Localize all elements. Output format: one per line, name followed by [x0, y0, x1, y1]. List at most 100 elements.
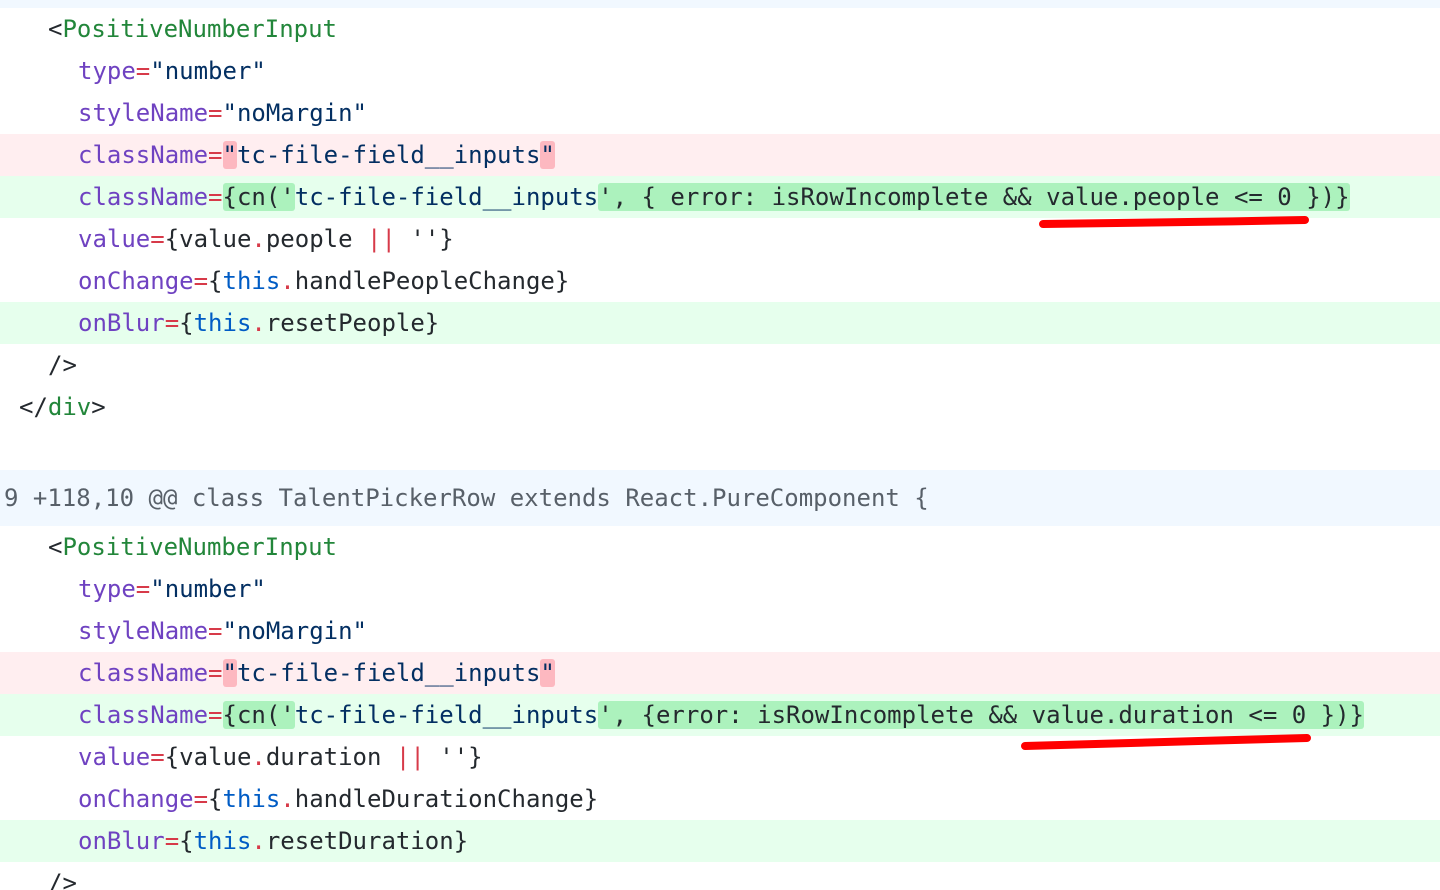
code-line-onchange: onChange={this.handleDurationChange}: [0, 778, 1440, 820]
brace: {: [179, 827, 194, 855]
expression: {value: [164, 743, 252, 771]
code-line-close-div: </div>: [0, 386, 1440, 428]
code-line-component-open: <PositiveNumberInput: [0, 526, 1440, 568]
expression: ''}: [424, 743, 483, 771]
deleted-line-classname: className="tc-file-field__inputs": [0, 134, 1440, 176]
tag-name: div: [47, 393, 92, 421]
attr-name: onChange: [78, 267, 194, 295]
code-line-stylename: styleName="noMargin": [0, 92, 1440, 134]
operator: .: [251, 309, 266, 337]
expression: {value: [164, 225, 252, 253]
highlighted-removed-quote: ": [540, 659, 555, 687]
highlighted-removed-quote: ": [540, 141, 555, 169]
operator: =: [208, 141, 223, 169]
operator: =: [193, 267, 209, 295]
diff-view: <PositiveNumberInput type="number" style…: [0, 0, 1440, 890]
attr-name: className: [78, 701, 209, 729]
operator: =: [208, 183, 223, 211]
operator: .: [251, 827, 266, 855]
attr-name: value: [78, 743, 151, 771]
component-name: PositiveNumberInput: [62, 533, 337, 561]
brace: {: [179, 309, 194, 337]
attr-value: tc-file-field__inputs: [294, 183, 599, 211]
added-line-onblur: onBlur={this.resetDuration}: [0, 820, 1440, 862]
code-line-type: type="number": [0, 50, 1440, 92]
punctuation: />: [48, 869, 77, 890]
operator: ||: [367, 225, 396, 253]
attr-name: className: [78, 141, 209, 169]
attr-value: "noMargin": [222, 617, 368, 645]
code-line-self-close: />: [0, 344, 1440, 386]
code-line-component-open: <PositiveNumberInput: [0, 8, 1440, 50]
punctuation: >: [91, 393, 106, 421]
highlighted-added-text: {cn(': [222, 183, 295, 211]
deleted-line-classname: className="tc-file-field__inputs": [0, 652, 1440, 694]
attr-name: type: [78, 57, 136, 85]
expression: handleDurationChange}: [294, 785, 599, 813]
code-line-type: type="number": [0, 568, 1440, 610]
keyword-this: this: [222, 267, 281, 295]
attr-value: tc-file-field__inputs: [236, 141, 541, 169]
hunk-header-strip: [0, 0, 1440, 8]
added-line-onblur: onBlur={this.resetPeople}: [0, 302, 1440, 344]
expression: duration: [265, 743, 396, 771]
operator: =: [208, 617, 223, 645]
highlighted-removed-quote: ": [222, 141, 237, 169]
hunk-header: 9 +118,10 @@ class TalentPickerRow exten…: [0, 470, 1440, 526]
attr-name: styleName: [78, 617, 209, 645]
highlighted-added-text: ', {error: isRowIncomplete && value.dura…: [598, 701, 1364, 729]
attr-name: onChange: [78, 785, 194, 813]
added-line-classname: className={cn('tc-file-field__inputs', {…: [0, 694, 1440, 736]
punctuation: />: [48, 351, 77, 379]
attr-name: styleName: [78, 99, 209, 127]
punctuation: </: [19, 393, 48, 421]
expression: ''}: [395, 225, 454, 253]
component-name: PositiveNumberInput: [62, 15, 337, 43]
attr-name: onBlur: [78, 309, 165, 337]
code-line-onchange: onChange={this.handlePeopleChange}: [0, 260, 1440, 302]
operator: =: [150, 225, 165, 253]
operator: =: [208, 701, 223, 729]
code-line-self-close: />: [0, 862, 1440, 890]
operator: .: [280, 267, 295, 295]
expression: handlePeopleChange}: [294, 267, 570, 295]
highlighted-added-text: {cn(': [222, 701, 295, 729]
code-line-value: value={value.duration || ''}: [0, 736, 1440, 778]
code-line-value: value={value.people || ''}: [0, 218, 1440, 260]
attr-name: onBlur: [78, 827, 165, 855]
operator: .: [251, 225, 266, 253]
attr-value: tc-file-field__inputs: [236, 659, 541, 687]
expression: resetDuration}: [265, 827, 469, 855]
brace: {: [208, 267, 223, 295]
operator: =: [135, 575, 151, 603]
operator: .: [251, 743, 266, 771]
highlighted-removed-quote: ": [222, 659, 237, 687]
attr-name: className: [78, 183, 209, 211]
operator: ||: [395, 743, 425, 771]
attr-name: value: [78, 225, 151, 253]
code-line-stylename: styleName="noMargin": [0, 610, 1440, 652]
operator: =: [135, 57, 151, 85]
operator: =: [193, 785, 209, 813]
brace: {: [208, 785, 223, 813]
operator: =: [150, 743, 165, 771]
attr-value: "number": [150, 57, 266, 85]
operator: =: [208, 659, 223, 687]
added-line-classname: className={cn('tc-file-field__inputs', {…: [0, 176, 1440, 218]
operator: =: [208, 99, 223, 127]
attr-name: type: [78, 575, 136, 603]
expression: resetPeople}: [265, 309, 440, 337]
operator: =: [164, 309, 180, 337]
punctuation: <: [48, 15, 63, 43]
attr-value: "noMargin": [222, 99, 368, 127]
attr-name: className: [78, 659, 209, 687]
keyword-this: this: [193, 309, 252, 337]
attr-value: tc-file-field__inputs: [294, 701, 599, 729]
highlighted-added-text: ', { error: isRowIncomplete && value.peo…: [598, 183, 1350, 211]
attr-value: "number": [150, 575, 266, 603]
operator: .: [280, 785, 295, 813]
keyword-this: this: [222, 785, 281, 813]
keyword-this: this: [193, 827, 252, 855]
punctuation: <: [48, 533, 63, 561]
operator: =: [164, 827, 180, 855]
